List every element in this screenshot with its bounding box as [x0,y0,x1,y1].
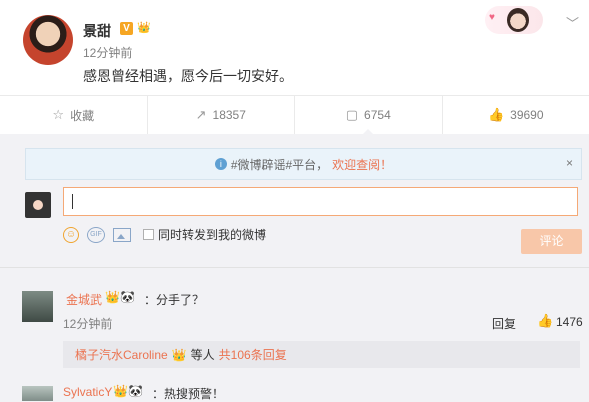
crown-icon: 👑 [172,348,187,362]
crown-panda-icon: 👑🐼 [105,290,135,304]
decoration-card-icon: ♥ [485,6,543,34]
sub-replies-preview[interactable]: 橘子汽水Caroline 👑 等人 共106条回复 [63,341,580,368]
divider [0,267,589,268]
comment-text: ：热搜预警！ [152,385,224,402]
comment-count: 6754 [364,108,391,122]
comment-time: 12分钟前 [63,315,112,332]
thumbs-up-icon[interactable]: 👍 [537,313,553,329]
image-icon[interactable] [113,228,131,242]
chevron-down-icon[interactable]: ﹀ [566,13,579,32]
composer-toolbar: ☺ GIF 同时转发到我的微博 [63,226,266,243]
commenter-avatar[interactable] [22,386,53,401]
current-user-avatar [25,192,51,218]
like-icon: 👍 [488,107,504,123]
comment-like-count: 1476 [556,315,583,329]
info-icon: i [215,158,227,170]
share-icon: ↗ [196,107,207,123]
star-icon: ☆ [52,107,64,123]
notice-link[interactable]: 欢迎查阅！ [332,156,392,173]
action-bar: ☆ 收藏 ↗ 18357 ▢ 6754 👍 39690 [0,95,589,135]
text-caret [72,194,73,209]
reply-mid-text: 等人 [191,346,215,363]
verified-icon: V [120,22,133,35]
commenter-name[interactable]: 金城武 [66,291,102,308]
comment-button[interactable]: ▢ 6754 [295,96,443,134]
favorite-button[interactable]: ☆ 收藏 [0,96,148,134]
rumor-notice-banner: i #微博辟谣#平台， 欢迎查阅！ × [25,148,582,180]
repost-checkbox-label: 同时转发到我的微博 [158,226,266,243]
close-icon[interactable]: × [566,156,573,170]
repost-checkbox[interactable] [143,229,154,240]
gif-icon[interactable]: GIF [87,227,105,243]
reply-button[interactable]: 回复 [492,315,516,332]
comment-icon: ▢ [346,107,358,123]
crown-icon: 👑 [137,21,155,35]
post-time[interactable]: 12分钟前 [83,44,132,61]
comment-input[interactable] [63,187,578,216]
reply-user-name[interactable]: 橘子汽水Caroline [75,346,168,363]
post-text: 感恩曾经相遇，愿今后一切安好。 [83,66,293,86]
author-avatar[interactable] [23,15,73,65]
repost-count: 18357 [213,108,246,122]
comment-text: ：分手了？ [144,291,204,308]
like-button[interactable]: 👍 39690 [443,96,589,134]
emoji-icon[interactable]: ☺ [63,227,79,243]
heart-icon: ♥ [489,12,495,23]
avatar-sticker-icon [507,8,529,32]
submit-comment-button[interactable]: 评论 [521,229,582,254]
repost-button[interactable]: ↗ 18357 [148,96,296,134]
notice-text: #微博辟谣#平台， [231,156,328,173]
author-name[interactable]: 景甜 [83,21,111,41]
reply-count-link[interactable]: 共106条回复 [219,346,287,363]
commenter-avatar[interactable] [22,291,53,322]
favorite-label: 收藏 [70,107,94,124]
crown-panda-icon: 👑🐼 [113,384,143,398]
like-count: 39690 [510,108,543,122]
commenter-name[interactable]: SylvaticY [63,385,112,399]
